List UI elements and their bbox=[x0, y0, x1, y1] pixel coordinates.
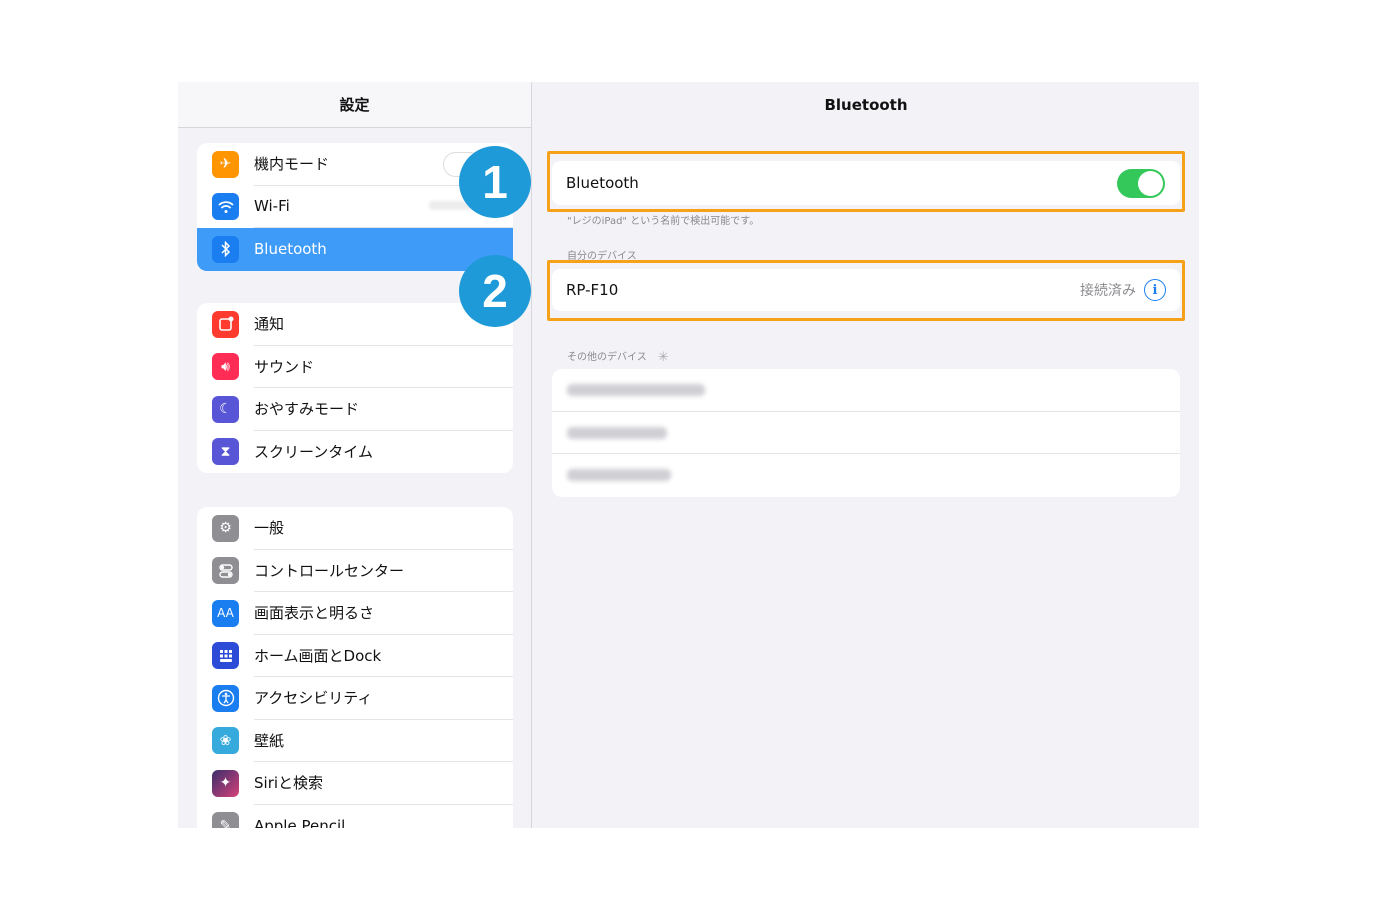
sidebar-item-label: コントロールセンター bbox=[254, 550, 513, 592]
sidebar-item-label: スクリーンタイム bbox=[254, 443, 373, 462]
highlight-bluetooth-toggle bbox=[547, 151, 1185, 212]
accessibility-icon bbox=[212, 684, 239, 712]
sidebar-item-label: アクセシビリティ bbox=[254, 677, 513, 720]
sidebar-item-label: Siriと検索 bbox=[254, 762, 513, 805]
list-item[interactable] bbox=[552, 454, 1180, 497]
sidebar-item-label: 一般 bbox=[254, 507, 513, 550]
airplane-icon: ✈ bbox=[212, 150, 239, 178]
wifi-icon bbox=[212, 193, 239, 221]
sidebar-item-label: ホーム画面とDock bbox=[254, 635, 513, 677]
highlight-device-row bbox=[547, 260, 1185, 321]
sidebar-item-wallpaper[interactable]: ❀ 壁紙 bbox=[197, 720, 513, 762]
callout-badge-1: 1 bbox=[459, 146, 531, 218]
siri-icon: ✦ bbox=[212, 769, 239, 797]
sidebar-group-general: ⚙ 一般 コントロールセンター AA 画面表示と明るさ ホーム画面とDock ア… bbox=[197, 507, 513, 828]
control-center-icon bbox=[212, 557, 239, 585]
home-grid-icon bbox=[212, 642, 239, 670]
hourglass-icon: ⧗ bbox=[212, 438, 239, 466]
sidebar-item-display-brightness[interactable]: AA 画面表示と明るさ bbox=[197, 592, 513, 635]
sidebar-item-sounds[interactable]: 🔊︎ サウンド bbox=[197, 346, 513, 388]
sidebar-item-bluetooth[interactable]: Bluetooth bbox=[197, 228, 513, 271]
sidebar-item-screen-time[interactable]: ⧗ スクリーンタイム bbox=[197, 431, 513, 474]
sidebar-title: 設定 bbox=[178, 82, 531, 128]
redacted-device-name bbox=[567, 384, 705, 396]
sidebar-item-do-not-disturb[interactable]: ☾ おやすみモード bbox=[197, 388, 513, 431]
sidebar-item-home-screen-dock[interactable]: ホーム画面とDock bbox=[197, 635, 513, 677]
loading-spinner-icon: ✳ bbox=[657, 349, 669, 365]
other-devices-header-row: その他のデバイス ✳ bbox=[567, 348, 669, 365]
sidebar-item-siri-search[interactable]: ✦ Siriと検索 bbox=[197, 762, 513, 805]
callout-badge-2: 2 bbox=[459, 255, 531, 327]
list-item[interactable] bbox=[552, 369, 1180, 412]
sidebar-item-apple-pencil[interactable]: ✎ Apple Pencil bbox=[197, 805, 513, 828]
display-icon: AA bbox=[212, 599, 239, 627]
notifications-icon bbox=[212, 310, 239, 338]
wallpaper-icon: ❀ bbox=[212, 727, 239, 755]
sidebar-item-control-center[interactable]: コントロールセンター bbox=[197, 550, 513, 592]
sidebar-item-label: 壁紙 bbox=[254, 720, 513, 762]
sidebar-item-general[interactable]: ⚙ 一般 bbox=[197, 507, 513, 550]
sidebar-item-accessibility[interactable]: アクセシビリティ bbox=[197, 677, 513, 720]
sidebar-item-label: Apple Pencil bbox=[254, 816, 346, 828]
bluetooth-icon bbox=[212, 235, 239, 263]
gear-icon: ⚙ bbox=[212, 514, 239, 542]
other-devices-list bbox=[552, 369, 1180, 497]
sidebar-item-label: 画面表示と明るさ bbox=[254, 592, 513, 635]
pencil-icon: ✎ bbox=[212, 812, 239, 828]
moon-icon: ☾ bbox=[212, 395, 239, 423]
sound-icon: 🔊︎ bbox=[212, 353, 239, 381]
other-devices-header: その他のデバイス bbox=[567, 352, 647, 363]
redacted-device-name bbox=[567, 469, 671, 481]
detail-title: Bluetooth bbox=[824, 96, 908, 114]
redacted-device-name bbox=[567, 426, 667, 439]
discoverable-note: "レジのiPad" という名前で検出可能です。 bbox=[567, 216, 760, 227]
list-item[interactable] bbox=[552, 412, 1180, 454]
sidebar-item-label: サウンド bbox=[254, 346, 513, 388]
sidebar-group-notifications: 通知 🔊︎ サウンド ☾ おやすみモード ⧗ スクリーンタイム bbox=[197, 303, 513, 473]
sidebar-item-label: おやすみモード bbox=[254, 388, 513, 431]
